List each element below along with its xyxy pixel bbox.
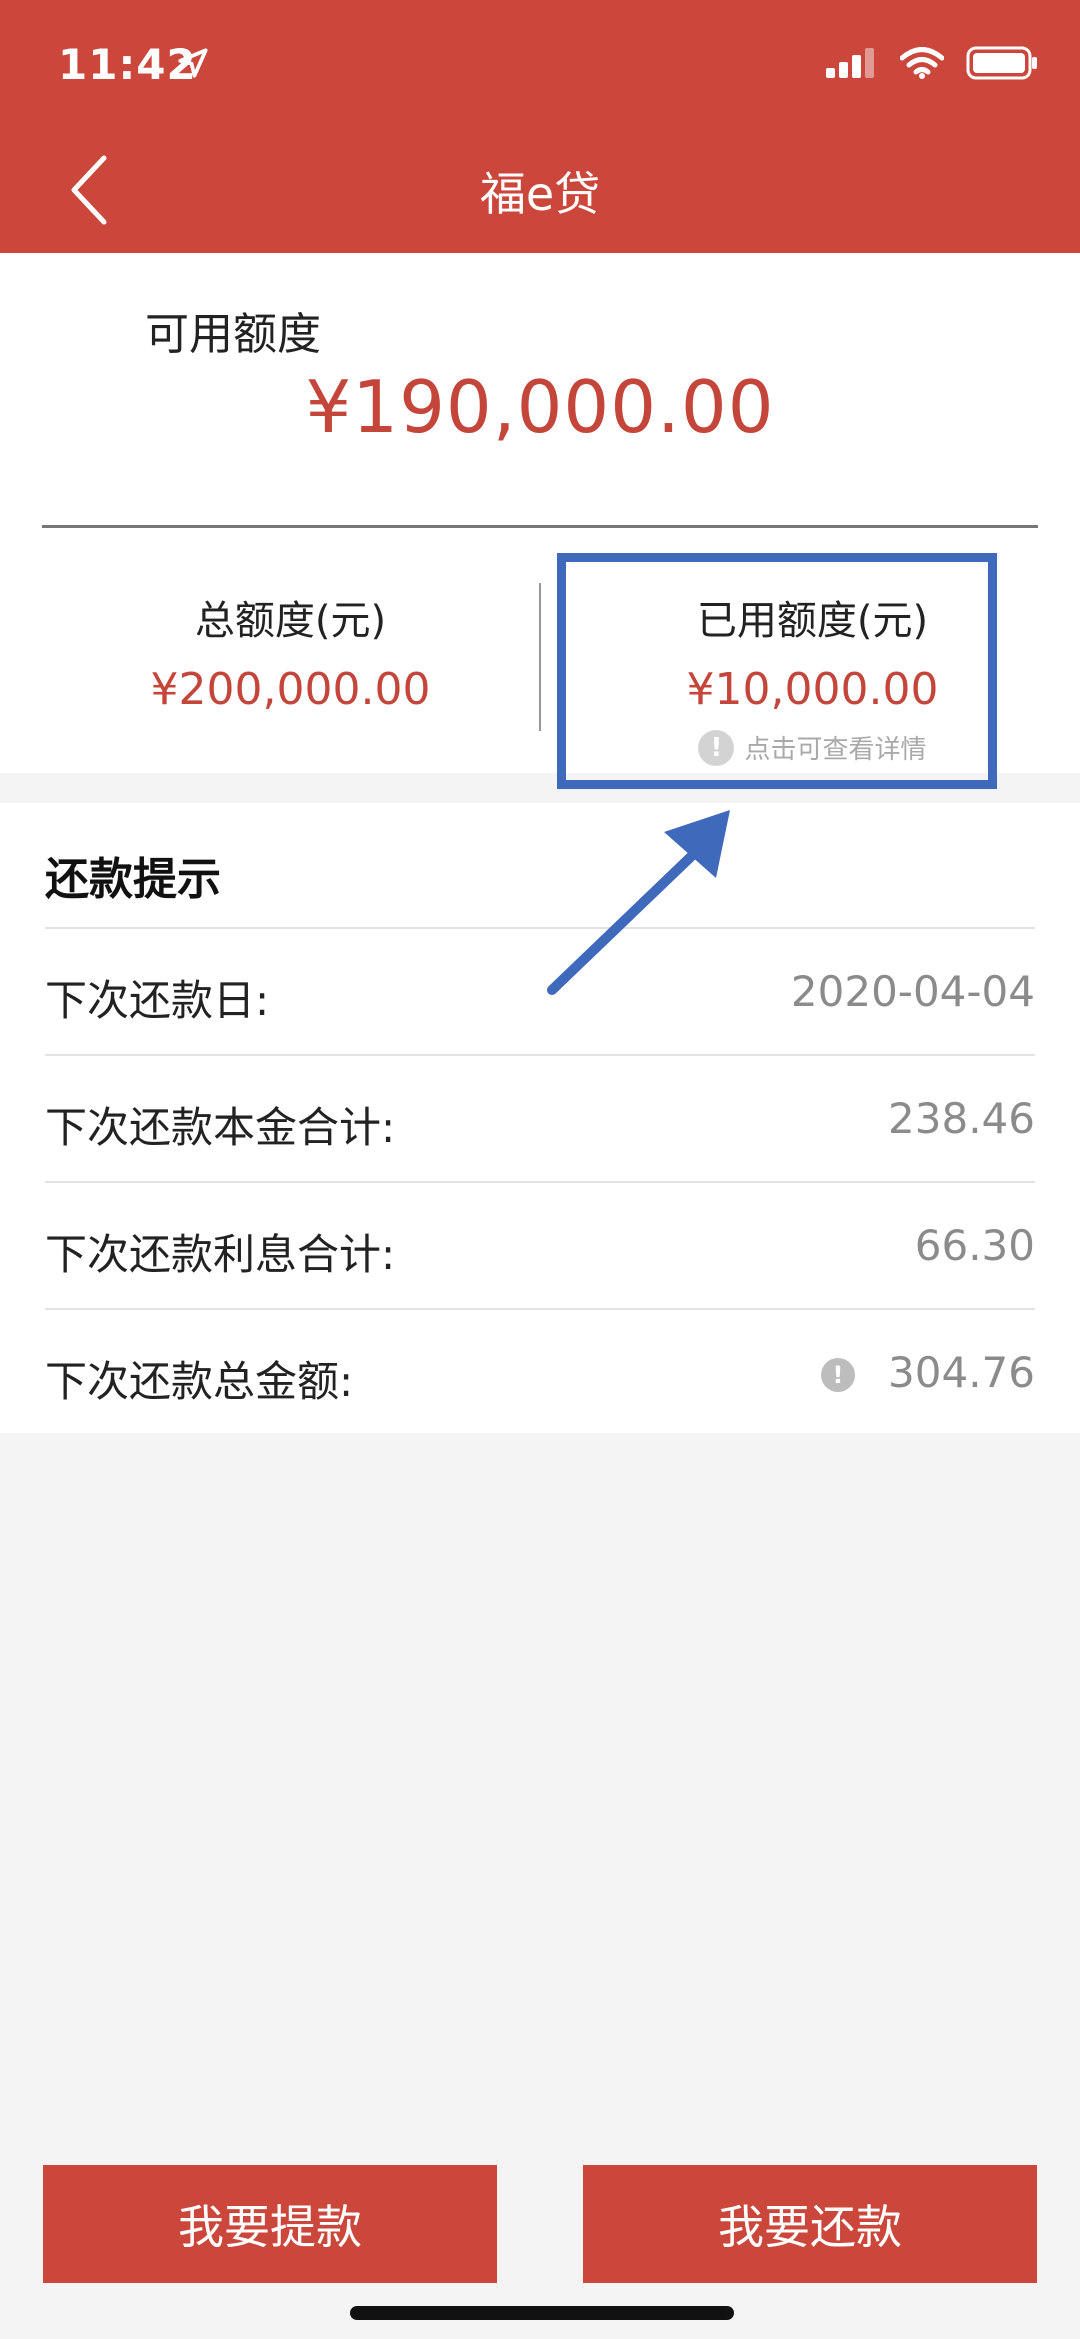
list-item-next-principal-total: 下次还款本金合计: 238.46 [45, 1054, 1035, 1181]
list-item-next-repayment-date: 下次还款日: 2020-04-04 [45, 927, 1035, 1054]
total-credit: 总额度(元) ¥200,000.00 [42, 588, 539, 715]
next-interest-total-value: 66.30 [914, 1221, 1035, 1270]
annotation-highlight-box [557, 553, 997, 789]
next-principal-total-value: 238.46 [888, 1094, 1035, 1143]
withdraw-button[interactable]: 我要提款 [43, 2165, 497, 2283]
home-indicator [350, 2306, 734, 2320]
available-credit-amount: ¥190,000.00 [305, 365, 775, 449]
next-interest-total-label: 下次还款利息合计: [45, 1230, 396, 1279]
info-icon[interactable]: ! [821, 1358, 855, 1392]
page-title: 福e贷 [479, 167, 601, 221]
location-arrow-icon [178, 48, 208, 78]
status-icons [826, 46, 1038, 80]
list-item-next-interest-total: 下次还款利息合计: 66.30 [45, 1181, 1035, 1308]
list-item-next-total-amount: 下次还款总金额: ! 304.76 [45, 1308, 1035, 1435]
next-total-amount-label: 下次还款总金额: [45, 1357, 354, 1406]
available-credit-label: 可用额度 [145, 309, 321, 360]
next-total-amount-value: 304.76 [888, 1348, 1035, 1397]
column-separator [539, 583, 541, 731]
divider [42, 525, 1038, 528]
repayment-reminder-title: 还款提示 [45, 854, 221, 905]
total-credit-label: 总额度(元) [194, 598, 387, 644]
repay-button[interactable]: 我要还款 [583, 2165, 1037, 2283]
signal-icon [826, 48, 874, 78]
total-credit-amount: ¥200,000.00 [150, 664, 431, 715]
wifi-icon [900, 47, 944, 79]
next-repayment-date-value: 2020-04-04 [790, 967, 1035, 1016]
repayment-reminder: 还款提示 下次还款日: 2020-04-04 下次还款本金合计: 238.46 … [0, 803, 1080, 1433]
next-repayment-date-label: 下次还款日: [45, 976, 270, 1025]
next-principal-total-label: 下次还款本金合计: [45, 1103, 396, 1152]
app-header: 11:42 福e贷 [0, 0, 1080, 253]
battery-icon [966, 46, 1037, 80]
